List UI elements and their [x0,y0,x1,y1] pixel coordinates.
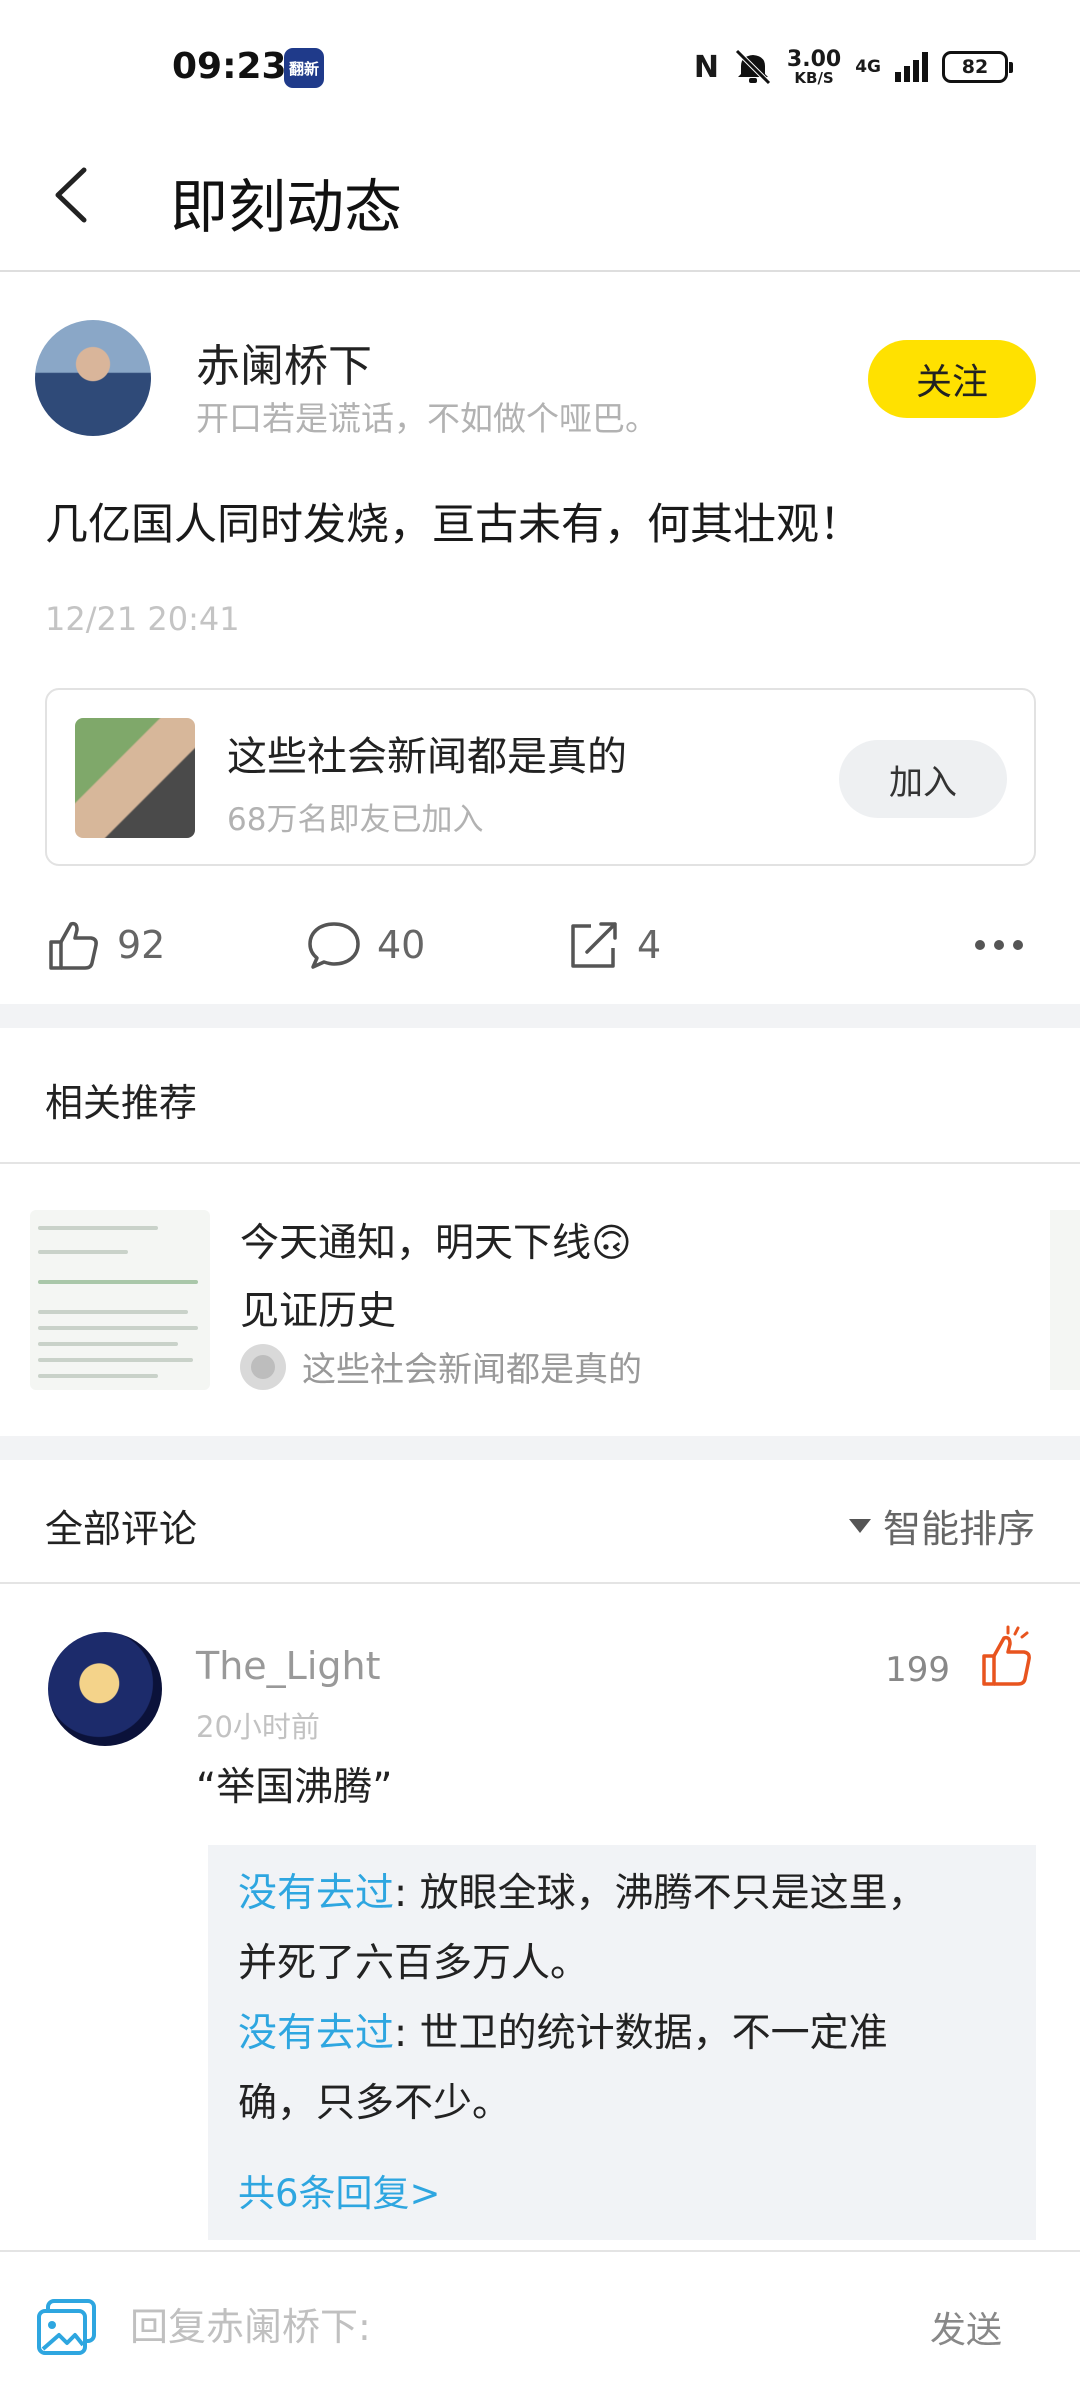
share-icon [571,922,617,968]
view-all-replies-link[interactable]: 共6条回复> [238,2163,441,2217]
comments-title: 全部评论 [45,1507,198,1551]
post-content: 几亿国人同时发烧，亘古未有，何其壮观！ [45,500,862,550]
topic-card[interactable]: 这些社会新闻都是真的 68万名即友已加入 加入 [45,688,1036,866]
like-button[interactable]: 92 [45,910,165,980]
section-divider [0,1436,1080,1460]
topic-member-count: 68万名即友已加入 [227,802,484,838]
reply-user[interactable]: 没有去过 [238,2011,394,2056]
post-actions: 92 40 4 [0,900,1080,990]
status-bar: 09:23 翻新 N 3.00 KB/S 4G 82 [0,0,1080,130]
more-options-icon[interactable] [975,910,1023,980]
recommend-next-thumbnail[interactable] [1050,1210,1080,1390]
sort-button[interactable]: 智能排序 [848,1498,1035,1553]
comment-like-count: 199 [885,1650,950,1690]
reply-input[interactable] [130,2292,890,2362]
comment-icon [308,922,360,969]
network-type: 4G [855,57,881,77]
join-topic-button[interactable]: 加入 [839,740,1007,818]
share-count: 4 [637,923,662,967]
commenter-avatar[interactable] [48,1632,162,1746]
comment-button[interactable]: 40 [305,910,425,980]
recommend-thumbnail[interactable] [30,1210,210,1390]
battery-icon: 82 [942,51,1013,83]
page-title: 即刻动态 [170,173,403,241]
battery-level: 82 [961,56,989,78]
comment-like-icon[interactable] [978,1624,1040,1690]
topic-name: 这些社会新闻都是真的 [227,734,627,780]
back-icon[interactable] [40,160,110,230]
share-button[interactable]: 4 [565,910,661,980]
comment-time: 20小时前 [196,1710,320,1744]
follow-button[interactable]: 关注 [868,340,1036,418]
author-avatar[interactable] [35,320,151,436]
recommend-item-title[interactable]: 今天通知，明天下线🙃 见证历史 [240,1210,760,1346]
app-header: 即刻动态 [0,130,1080,272]
reply-user[interactable]: 没有去过 [238,1871,394,1916]
reply-preview[interactable]: 没有去过: 放眼全球，沸腾不只是这里，并死了六百多万人。 没有去过: 世卫的统计… [208,1845,1036,2240]
caret-down-icon [848,1518,871,1533]
thumbs-up-icon [49,921,98,970]
commenter-name[interactable]: The_Light [196,1644,381,1688]
comment-text: “举国沸腾” [196,1765,393,1810]
recommend-title: 相关推荐 [45,1081,198,1125]
author-bio: 开口若是谎话，不如做个哑巴。 [196,399,658,438]
recommend-item-topic[interactable]: 这些社会新闻都是真的 [240,1342,642,1391]
divider [0,1162,1080,1164]
net-speed: 3.00 KB/S [786,46,842,87]
app-notification-icon: 翻新 [284,48,324,88]
image-picker-icon[interactable] [35,2297,99,2357]
author-name[interactable]: 赤阑桥下 [196,330,372,394]
comment-count: 40 [377,923,426,967]
nfc-icon: N [693,49,719,85]
section-divider [0,1004,1080,1028]
reply-item: 没有去过: 放眼全球，沸腾不只是这里，并死了六百多万人。 [238,1871,927,1986]
send-button[interactable]: 发送 [930,2292,1002,2362]
status-time: 09:23 [172,46,287,87]
divider [0,1582,1080,1584]
status-icons: N 3.00 KB/S 4G 82 [693,44,1013,90]
topic-thumbnail [75,718,195,838]
topic-icon [240,1343,286,1390]
mute-icon [735,49,771,85]
post-timestamp: 12/21 20:41 [45,600,240,638]
like-count: 92 [117,923,166,967]
reply-bar: 发送 [0,2250,1080,2400]
signal-icon [895,52,928,82]
reply-item: 没有去过: 世卫的统计数据，不一定准确，只多不少。 [238,2011,888,2126]
